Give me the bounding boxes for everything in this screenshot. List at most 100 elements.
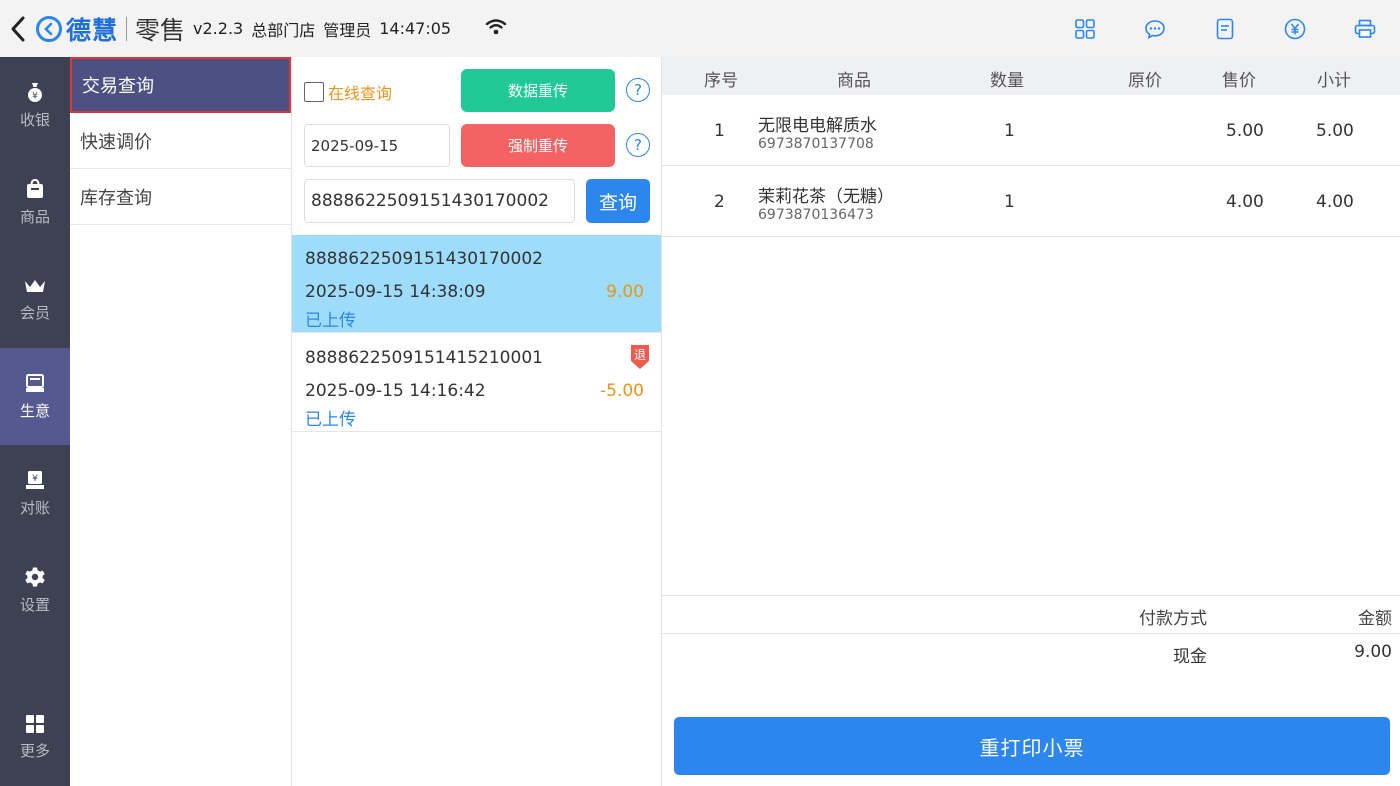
nav-label: 会员	[19, 304, 50, 322]
register-icon	[26, 374, 44, 392]
back-button[interactable]	[0, 0, 36, 57]
force-reupload-button[interactable]: 强制重传	[461, 124, 615, 167]
nav-item-reconcile[interactable]: ¥ 对账	[0, 445, 70, 542]
print-button[interactable]	[1330, 0, 1400, 57]
nav-item-cashier[interactable]: ¥ 收银	[0, 57, 70, 154]
gear-icon	[25, 567, 45, 587]
payment-method: 现金	[1173, 647, 1207, 667]
svg-text:¥: ¥	[32, 474, 38, 484]
row-subtotal: 5.00	[1316, 121, 1354, 141]
row-index: 2	[714, 192, 725, 212]
chat-bubble-icon	[1145, 19, 1165, 39]
row-price: 4.00	[1226, 192, 1264, 212]
nav-label: 更多	[19, 742, 50, 760]
product-name: 无限电电解质水	[758, 116, 877, 136]
order-search-input[interactable]: 8888622509151430170002	[304, 179, 575, 223]
online-query-label: 在线查询	[328, 84, 393, 103]
nav-label: 生意	[19, 402, 50, 420]
table-header: 序号 商品 数量 原价 售价 小计	[662, 57, 1400, 95]
wifi-icon	[485, 18, 507, 40]
nav-item-products[interactable]: 商品	[0, 154, 70, 251]
nav-item-more[interactable]: 更多	[0, 689, 70, 786]
payment-method-header: 付款方式	[1139, 609, 1207, 629]
product-name: 茉莉花茶（无糖）	[758, 187, 894, 207]
submenu-label: 交易查询	[82, 76, 154, 97]
brand-name: 德慧	[66, 15, 119, 45]
date-picker[interactable]: 2025-09-15	[304, 124, 450, 167]
product-code: 6973870136473	[758, 207, 874, 223]
col-product: 商品	[837, 71, 871, 91]
upload-status: 已上传	[305, 311, 356, 331]
nav-label: 对账	[19, 499, 50, 517]
submenu-label: 库存查询	[80, 187, 152, 209]
nav-label: 设置	[19, 596, 50, 614]
reprint-receipt-button[interactable]: 重打印小票	[674, 717, 1390, 775]
col-orig-price: 原价	[1128, 71, 1162, 91]
order-time: 2025-09-15 14:16:42	[305, 381, 486, 401]
version-text: v2.2.3	[193, 19, 244, 38]
table-row[interactable]: 1 无限电电解质水 6973870137708 1 5.00 5.00	[662, 95, 1400, 166]
reconcile-icon: ¥	[26, 471, 44, 489]
col-index: 序号	[704, 71, 738, 91]
shopping-bag-icon	[27, 178, 43, 198]
submenu-item-transaction-query[interactable]: 交易查询	[70, 57, 291, 113]
data-reupload-button[interactable]: 数据重传	[461, 69, 615, 112]
help-icon[interactable]: ?	[626, 78, 650, 102]
table-row[interactable]: 2 茉莉花茶（无糖） 6973870136473 1 4.00 4.00	[662, 166, 1400, 237]
order-time: 2025-09-15 14:38:09	[305, 282, 486, 302]
left-nav: ¥ 收银 商品 会员 生意 ¥ 对账 设置 更多	[0, 57, 70, 786]
row-qty: 1	[1004, 121, 1015, 141]
submenu-item-quick-price[interactable]: 快速调价	[70, 113, 291, 169]
user-name: 管理员	[323, 20, 372, 40]
message-button[interactable]	[1120, 0, 1190, 57]
grid-icon	[26, 715, 44, 733]
app-logo: 德慧	[36, 11, 118, 47]
submenu-item-stock-query[interactable]: 库存查询	[70, 169, 291, 225]
yen-circle-icon	[1284, 18, 1306, 39]
top-bar: 德慧 零售 v2.2.3 总部门店 管理员 14:47:05	[0, 0, 1400, 57]
refund-badge: 退	[629, 343, 651, 371]
grid-icon	[1075, 18, 1095, 39]
col-qty: 数量	[990, 71, 1024, 91]
document-icon	[1216, 18, 1234, 39]
cash-bag-icon: ¥	[28, 83, 42, 102]
svg-text:¥: ¥	[32, 92, 38, 102]
apps-grid-button[interactable]	[1050, 0, 1120, 57]
clock-text: 14:47:05	[379, 19, 452, 38]
order-list-item[interactable]: 8888622509151430170002 2025-09-15 14:38:…	[292, 235, 661, 333]
crown-icon	[25, 280, 45, 292]
submenu: 交易查询 快速调价 库存查询	[70, 57, 292, 786]
help-icon[interactable]: ?	[626, 133, 650, 157]
order-number: 8888622509151415210001	[305, 348, 543, 368]
col-subtotal: 小计	[1317, 71, 1351, 91]
checkbox-box[interactable]	[304, 82, 324, 102]
payment-summary: 付款方式 金额 现金 9.00	[662, 595, 1400, 672]
row-index: 1	[714, 121, 725, 141]
row-price: 5.00	[1226, 121, 1264, 141]
order-list-item[interactable]: 8888622509151415210001 退 2025-09-15 14:1…	[292, 334, 661, 432]
nav-item-settings[interactable]: 设置	[0, 542, 70, 639]
chevron-left-icon	[11, 16, 25, 41]
submenu-label: 快速调价	[80, 131, 152, 153]
refund-shield-icon: 退	[631, 345, 649, 369]
nav-label: 收银	[19, 111, 50, 129]
payment-row: 现金 9.00	[662, 634, 1400, 672]
upload-status: 已上传	[305, 410, 356, 430]
nav-item-members[interactable]: 会员	[0, 251, 70, 348]
col-price: 售价	[1222, 71, 1256, 91]
nav-item-business[interactable]: 生意	[0, 348, 70, 445]
order-amount: 9.00	[606, 282, 644, 302]
order-list-panel: 在线查询 数据重传 ? 2025-09-15 强制重传 ? 8888622509…	[292, 57, 662, 786]
logo-icon	[36, 15, 62, 42]
document-button[interactable]	[1190, 0, 1260, 57]
product-name: 零售	[135, 15, 186, 45]
payment-header: 付款方式 金额	[662, 595, 1400, 634]
store-name: 总部门店	[251, 20, 316, 40]
order-detail-panel: 序号 商品 数量 原价 售价 小计 1 无限电电解质水 697387013770…	[662, 57, 1400, 786]
query-button[interactable]: 查询	[586, 179, 650, 223]
nav-label: 商品	[19, 208, 50, 226]
online-query-checkbox[interactable]: 在线查询	[304, 80, 392, 104]
payment-amount-header: 金额	[1358, 609, 1392, 629]
printer-icon	[1354, 19, 1376, 38]
cash-button[interactable]	[1260, 0, 1330, 57]
